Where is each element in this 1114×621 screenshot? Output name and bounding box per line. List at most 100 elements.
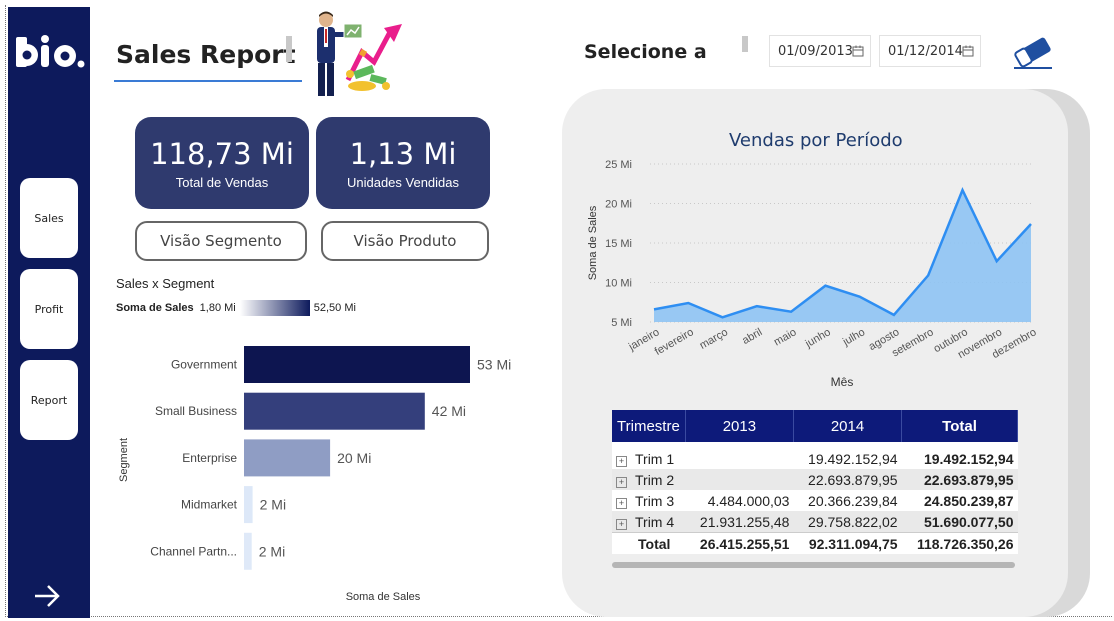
expand-icon[interactable]: +: [616, 455, 627, 467]
table-scrollbar[interactable]: [612, 562, 1015, 568]
filter-divider: [742, 36, 748, 52]
cell-2014: 20.366.239,84: [793, 490, 902, 511]
kpi-units-sold-card: 1,13 Mi Unidades Vendidas: [316, 117, 490, 209]
page-title: Sales Report: [116, 40, 296, 69]
row-label: Trim 3: [635, 492, 675, 509]
date-filter-label: Selecione a: [584, 41, 707, 63]
end-date-value: 01/12/2014: [888, 43, 963, 59]
quarter-matrix-table: Trimestre 2013 2014 Total + Trim 1 19.492…: [612, 410, 1018, 554]
color-legend-min: 1,80 Mi: [199, 302, 236, 314]
segment-bar: [244, 439, 331, 477]
cell-total: 24.850.239,87: [901, 490, 1018, 511]
color-legend-max: 52,50 Mi: [313, 302, 356, 314]
x-axis-title: Mês: [831, 375, 854, 389]
header-2014[interactable]: 2014: [793, 410, 903, 442]
end-date-input[interactable]: 01/12/2014: [879, 35, 981, 67]
kpi-total-sales-label: Total de Vendas: [175, 175, 269, 190]
product-view-button[interactable]: Visão Produto: [321, 221, 489, 261]
row-label: Trim 1: [635, 450, 675, 467]
segment-view-button[interactable]: Visão Segmento: [135, 221, 307, 261]
nav-report-button[interactable]: Report: [20, 360, 78, 440]
start-date-input[interactable]: 01/09/2013: [769, 35, 871, 67]
cell-2014: 22.693.879,95: [793, 469, 902, 490]
total-row-label: Total: [612, 532, 686, 554]
nav-profit-button[interactable]: Profit: [20, 269, 78, 349]
segment-data-label: 42 Mi: [432, 403, 466, 419]
cell-2013: [685, 448, 794, 469]
row-label: Trim 4: [635, 513, 675, 530]
header-total[interactable]: Total: [901, 410, 1018, 442]
x-tick-label: abril: [740, 326, 764, 347]
segment-category-label: Enterprise: [182, 451, 237, 465]
dio-logo: [16, 35, 85, 68]
cell-2014: 29.758.822,02: [793, 511, 902, 533]
header-trimestre[interactable]: Trimestre: [612, 410, 686, 442]
segment-data-label: 20 Mi: [337, 450, 371, 466]
title-underline: [114, 80, 302, 82]
businessman-chart-illustration: [317, 11, 402, 96]
segment-category-label: Small Business: [155, 404, 237, 418]
arrow-right-icon[interactable]: [32, 581, 62, 611]
sidebar: Sales Profit Report: [8, 7, 90, 618]
kpi-units-sold-label: Unidades Vendidas: [346, 175, 460, 190]
segment-bar: [244, 346, 470, 383]
cell-total: 19.492.152,94: [901, 448, 1018, 469]
calendar-icon[interactable]: [852, 45, 864, 57]
nav-report-label: Report: [30, 393, 68, 407]
segment-bar-chart: Government 53 Mi Small Business 42 Mi Enterp…: [118, 346, 511, 603]
segment-data-label: 2 Mi: [260, 497, 286, 513]
title-divider: [286, 36, 292, 62]
cell-2013: 4.484.000,03: [685, 490, 794, 511]
table-header-row: Trimestre 2013 2014 Total: [612, 410, 1018, 442]
kpi-total-sales-value: 118,73 Mi: [150, 137, 294, 171]
y-tick-label: 10 Mi: [605, 278, 632, 290]
segment-category-label: Midmarket: [181, 498, 238, 512]
cell-2013: [685, 469, 794, 490]
segment-x-axis-title: Soma de Sales: [346, 591, 421, 603]
y-tick-label: 15 Mi: [605, 238, 632, 250]
x-tick-label: maio: [772, 326, 799, 348]
y-tick-label: 5 Mi: [611, 317, 632, 329]
total-2014: 92.311.094,75: [793, 532, 902, 554]
segment-category-label: Channel Partn...: [150, 544, 237, 558]
y-tick-label: 20 Mi: [605, 199, 632, 211]
expand-icon[interactable]: +: [616, 476, 627, 488]
x-tick-label: julho: [840, 326, 867, 349]
table-row: + Trim 4 21.931.255,48 29.758.822,02 51.6…: [612, 511, 1018, 533]
segment-y-axis-title: Segment: [118, 438, 130, 482]
expand-icon[interactable]: +: [616, 497, 627, 509]
color-legend-label: Soma de Sales: [116, 302, 194, 314]
total-2013: 26.415.255,51: [685, 532, 794, 554]
cell-total: 51.690.077,50: [901, 511, 1018, 533]
y-tick-label: 25 Mi: [605, 159, 632, 171]
segment-data-label: 2 Mi: [259, 543, 285, 559]
segment-data-label: 53 Mi: [477, 357, 511, 373]
table-total-row: Total 26.415.255,51 92.311.094,75 118.72…: [612, 532, 1018, 554]
start-date-value: 01/09/2013: [778, 43, 853, 59]
cell-2013: 21.931.255,48: [685, 511, 794, 533]
calendar-icon[interactable]: [962, 45, 974, 57]
segment-bar: [244, 392, 425, 430]
nav-sales-label: Sales: [34, 211, 64, 225]
header-2013[interactable]: 2013: [685, 410, 794, 442]
table-row: + Trim 2 22.693.879,95 22.693.879,95: [612, 469, 1018, 490]
total-grand: 118.726.350,26: [901, 532, 1018, 554]
eraser-clear-filter-icon[interactable]: [1010, 32, 1056, 72]
kpi-total-sales-card: 118,73 Mi Total de Vendas: [135, 117, 309, 209]
segment-chart-title: Sales x Segment: [116, 276, 215, 291]
table-row: + Trim 1 19.492.152,94 19.492.152,94: [612, 448, 1018, 469]
segment-bar: [244, 532, 252, 570]
segment-bar: [244, 486, 253, 524]
x-tick-label: março: [698, 326, 730, 352]
x-tick-label: junho: [803, 326, 833, 350]
period-chart-title: Vendas por Período: [729, 130, 903, 151]
expand-icon[interactable]: +: [616, 518, 627, 530]
y-axis-title: Soma de Sales: [587, 205, 599, 280]
nav-sales-button[interactable]: Sales: [20, 178, 78, 258]
x-tick-label: fevereiro: [653, 326, 696, 358]
color-gradient-bar: [239, 300, 310, 316]
sales-by-period-area-chart: 5 Mi10 Mi15 Mi20 Mi25 Mijaneirofevereiro…: [587, 159, 1039, 389]
color-legend: Soma de Sales 1,80 Mi 52,50 Mi: [116, 300, 356, 316]
row-label: Trim 2: [635, 471, 675, 488]
sales-area: [654, 190, 1031, 322]
